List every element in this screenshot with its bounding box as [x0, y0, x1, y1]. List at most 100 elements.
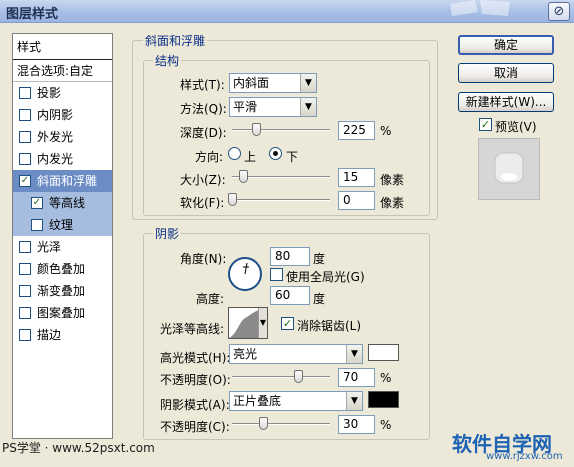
style-item-label: 渐变叠加	[37, 284, 86, 298]
style-item-label: 等高线	[49, 196, 86, 210]
structure-group-title: 结构	[153, 52, 182, 69]
chevron-down-icon: ▼	[300, 74, 316, 92]
direction-down-label[interactable]: 下	[286, 148, 298, 165]
chevron-down-icon: ▼	[346, 345, 362, 363]
checkbox[interactable]	[19, 307, 31, 319]
checkbox[interactable]	[19, 87, 31, 99]
style-item-label: 颜色叠加	[37, 262, 86, 276]
chevron-down-icon: ▼	[346, 392, 362, 410]
shadow-color-swatch[interactable]	[368, 391, 399, 408]
global-light-label[interactable]: 使用全局光(G)	[286, 268, 365, 285]
shading-group-title: 阴影	[153, 225, 182, 242]
technique-select[interactable]: 平滑 ▼	[229, 97, 317, 117]
slider-thumb[interactable]	[228, 193, 237, 206]
checkbox[interactable]	[19, 153, 31, 165]
shadow-mode-select[interactable]: 正片叠底 ▼	[229, 391, 363, 411]
chevron-down-icon: ▼	[258, 308, 267, 338]
depth-slider[interactable]	[232, 123, 330, 137]
style-item-outer-glow[interactable]: 外发光	[13, 126, 112, 148]
direction-up-radio[interactable]	[228, 147, 241, 160]
gloss-contour-picker[interactable]: ▼	[228, 307, 268, 339]
title-bar: 图层样式 ⊘	[0, 0, 574, 23]
slider-track	[232, 376, 330, 378]
style-item-label: 光泽	[37, 240, 62, 254]
style-item-contour[interactable]: 等高线	[13, 192, 112, 214]
close-button[interactable]: ⊘	[548, 2, 570, 21]
cancel-button[interactable]: 取消	[458, 63, 554, 83]
anti-aliased-label[interactable]: 消除锯齿(L)	[297, 317, 361, 334]
style-item-pattern-overlay[interactable]: 图案叠加	[13, 302, 112, 324]
shadow-mode-label: 阴影模式(A):	[160, 398, 230, 412]
shadow-opacity-input[interactable]: 30	[338, 415, 375, 434]
size-slider[interactable]	[232, 170, 330, 184]
slider-thumb[interactable]	[252, 123, 261, 136]
slider-thumb[interactable]	[294, 370, 303, 383]
style-item-color-overlay[interactable]: 颜色叠加	[13, 258, 112, 280]
style-label: 样式(T):	[180, 78, 225, 92]
highlight-opacity-slider[interactable]	[232, 370, 330, 384]
shadow-opacity-unit: %	[380, 418, 392, 432]
watermark-right-url: www.rjzxw.com	[486, 451, 563, 462]
technique-select-value: 平滑	[233, 100, 258, 114]
style-item-label: 内发光	[37, 152, 74, 166]
checkbox[interactable]	[31, 197, 43, 209]
style-item-bevel-emboss[interactable]: 斜面和浮雕	[13, 170, 112, 192]
bevel-section-title: 斜面和浮雕	[143, 32, 208, 49]
style-item-texture[interactable]: 纹理	[13, 214, 112, 236]
soften-slider[interactable]	[228, 193, 330, 207]
highlight-color-swatch[interactable]	[368, 344, 399, 361]
contour-curve-icon	[229, 310, 259, 338]
preview-label[interactable]: 预览(V)	[495, 118, 537, 135]
highlight-opacity-input[interactable]: 70	[338, 368, 375, 387]
size-input[interactable]: 15	[338, 168, 375, 187]
checkbox[interactable]	[19, 241, 31, 253]
checkbox[interactable]	[19, 285, 31, 297]
soften-input[interactable]: 0	[338, 191, 375, 210]
style-item-drop-shadow[interactable]: 投影	[13, 82, 112, 104]
preview-swatch-image	[494, 152, 524, 184]
style-item-inner-glow[interactable]: 内发光	[13, 148, 112, 170]
shadow-opacity-label: 不透明度(C):	[160, 420, 230, 434]
style-select[interactable]: 内斜面 ▼	[229, 73, 317, 93]
checkbox[interactable]	[19, 329, 31, 341]
angle-input[interactable]: 80	[270, 247, 310, 266]
style-item-gradient-overlay[interactable]: 渐变叠加	[13, 280, 112, 302]
windows-logo-watermark	[450, 0, 510, 16]
direction-up-label[interactable]: 上	[244, 148, 256, 165]
size-unit: 像素	[380, 173, 405, 187]
style-item-inner-shadow[interactable]: 内阴影	[13, 104, 112, 126]
checkbox[interactable]	[31, 219, 43, 231]
global-light-checkbox[interactable]	[270, 268, 283, 281]
checkbox[interactable]	[19, 109, 31, 121]
slider-track	[232, 423, 330, 425]
new-style-button[interactable]: 新建样式(W)...	[458, 92, 554, 112]
highlight-mode-select[interactable]: 亮光 ▼	[229, 344, 363, 364]
angle-dial[interactable]	[226, 255, 264, 293]
preview-checkbox[interactable]: ✓	[479, 118, 492, 131]
size-label: 大小(Z):	[180, 173, 226, 187]
altitude-unit: 度	[313, 292, 326, 306]
anti-aliased-checkbox[interactable]: ✓	[281, 317, 294, 330]
checkbox[interactable]	[19, 131, 31, 143]
chevron-down-icon: ▼	[300, 98, 316, 116]
style-select-value: 内斜面	[233, 76, 270, 90]
watermark-left: PS学堂 · www.52psxt.com	[2, 441, 155, 455]
checkbox[interactable]	[19, 175, 31, 187]
altitude-input[interactable]: 60	[270, 286, 310, 305]
blend-options-item[interactable]: 混合选项:自定	[13, 60, 112, 82]
shadow-mode-value: 正片叠底	[233, 394, 282, 408]
style-item-label: 描边	[37, 328, 62, 342]
depth-input[interactable]: 225	[338, 121, 375, 140]
ok-button[interactable]: 确定	[458, 35, 554, 55]
checkbox[interactable]	[19, 263, 31, 275]
soften-unit: 像素	[380, 196, 405, 210]
shadow-opacity-slider[interactable]	[232, 417, 330, 431]
slider-thumb[interactable]	[239, 170, 248, 183]
style-item-satin[interactable]: 光泽	[13, 236, 112, 258]
slider-thumb[interactable]	[259, 417, 268, 430]
direction-down-radio[interactable]	[269, 147, 282, 160]
style-item-stroke[interactable]: 描边	[13, 324, 112, 346]
styles-list-header[interactable]: 样式	[13, 34, 112, 60]
styles-list: 样式 混合选项:自定 投影 内阴影 外发光 内发光 斜面和浮雕 等高线 纹理 光…	[12, 33, 113, 439]
altitude-label: 高度:	[196, 292, 225, 306]
